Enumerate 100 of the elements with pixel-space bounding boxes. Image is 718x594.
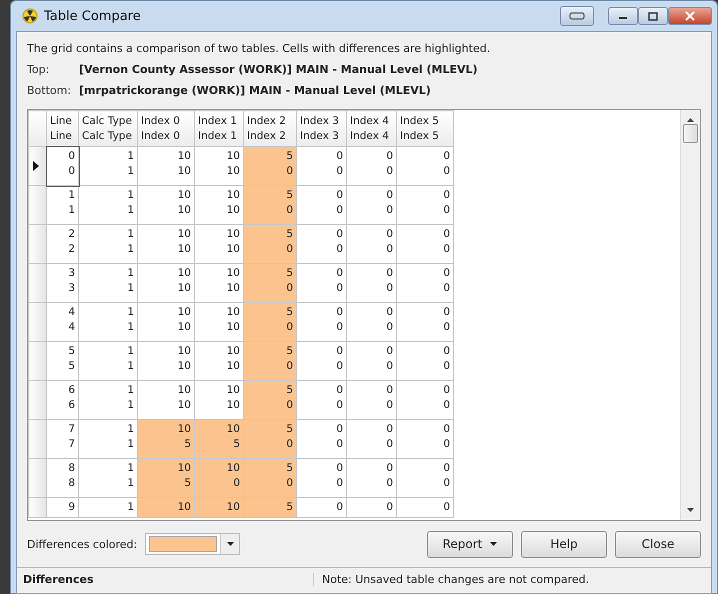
top-value: 1 bbox=[126, 305, 134, 320]
bottom-value: 0 bbox=[285, 242, 293, 257]
bottom-value: 0 bbox=[442, 320, 450, 335]
scroll-down-icon bbox=[687, 508, 694, 512]
top-value: 0 bbox=[335, 461, 343, 476]
bottom-value: 0 bbox=[335, 281, 343, 296]
report-menu-button[interactable]: Report bbox=[427, 530, 513, 558]
top-value: 0 bbox=[385, 461, 393, 476]
top-value: 1 bbox=[126, 227, 134, 242]
bottom-value: 0 bbox=[285, 398, 293, 413]
bottom-value: 0 bbox=[335, 437, 343, 452]
scroll-thumb[interactable] bbox=[683, 124, 698, 143]
top-value: 0 bbox=[442, 149, 450, 164]
top-value: 0 bbox=[385, 266, 393, 281]
bottom-value: 0 bbox=[385, 203, 393, 218]
top-value: 0 bbox=[335, 383, 343, 398]
color-picker[interactable] bbox=[145, 533, 240, 555]
bottom-value: 1 bbox=[126, 203, 134, 218]
bottom-value: 0 bbox=[442, 242, 450, 257]
row-header[interactable] bbox=[28, 146, 46, 186]
bottom-value: 0 bbox=[442, 359, 450, 374]
top-value: 1 bbox=[126, 188, 134, 203]
maximize-button[interactable] bbox=[638, 7, 668, 25]
top-value: 5 bbox=[285, 227, 293, 242]
column-header[interactable]: Calc Type Calc Type bbox=[78, 110, 138, 146]
top-value: 5 bbox=[285, 305, 293, 320]
source-table-name: [Vernon County Assessor (WORK)] MAIN - Manual Level (MLEVL) bbox=[79, 63, 478, 76]
top-value: 0 bbox=[385, 344, 393, 359]
top-value: 6 bbox=[67, 383, 75, 398]
top-value: 0 bbox=[335, 500, 343, 515]
top-value: 10 bbox=[226, 188, 240, 203]
close-button[interactable]: Close bbox=[615, 530, 701, 558]
bottom-value: 6 bbox=[67, 398, 75, 413]
restore-window-button[interactable] bbox=[560, 6, 594, 26]
top-value: 0 bbox=[335, 422, 343, 437]
bottom-value: 10 bbox=[176, 203, 191, 218]
top-value: 4 bbox=[67, 305, 75, 320]
status-title: Differences bbox=[22, 572, 95, 586]
bottom-value: 10 bbox=[176, 320, 191, 335]
top-value: 0 bbox=[385, 422, 393, 437]
bottom-value: 10 bbox=[176, 398, 191, 413]
maximize-icon bbox=[648, 12, 658, 20]
bottom-value: 1 bbox=[126, 320, 134, 335]
top-value: 5 bbox=[285, 266, 293, 281]
column-header[interactable]: Index 4 Index 4 bbox=[346, 110, 396, 146]
top-value: 0 bbox=[442, 422, 450, 437]
bottom-value: 1 bbox=[126, 398, 134, 413]
column-header[interactable]: Index 5 Index 5 bbox=[396, 110, 454, 146]
top-value: 3 bbox=[67, 266, 75, 281]
bottom-value: 1 bbox=[126, 437, 134, 452]
bottom-value: 0 bbox=[335, 476, 343, 491]
column-header[interactable]: Index 0 Index 0 bbox=[138, 110, 194, 146]
close-window-button[interactable] bbox=[668, 7, 712, 25]
bottom-value: 1 bbox=[126, 281, 134, 296]
top-value: 10 bbox=[176, 383, 191, 398]
current-row-icon bbox=[33, 161, 39, 171]
bottom-value: 0 bbox=[285, 437, 293, 452]
bottom-value: 4 bbox=[67, 320, 75, 335]
source-label: Top: bbox=[27, 63, 50, 76]
top-value: 0 bbox=[385, 383, 393, 398]
bottom-value: 10 bbox=[176, 164, 191, 179]
top-value: 10 bbox=[226, 305, 240, 320]
bottom-value: 0 bbox=[385, 320, 393, 335]
vertical-scrollbar[interactable] bbox=[680, 110, 700, 520]
column-header[interactable]: Index 2 Index 2 bbox=[244, 110, 296, 146]
window-title: Table Compare bbox=[44, 8, 141, 24]
help-button[interactable]: Help bbox=[521, 530, 607, 558]
column-header[interactable]: Index 3 Index 3 bbox=[296, 110, 346, 146]
bottom-value: 0 bbox=[285, 476, 293, 491]
bottom-value: 3 bbox=[67, 281, 75, 296]
bottom-value: 0 bbox=[285, 164, 293, 179]
top-value: 9 bbox=[67, 500, 75, 515]
top-value: 0 bbox=[385, 227, 393, 242]
top-value: 0 bbox=[442, 500, 450, 515]
column-header[interactable]: Line Line bbox=[46, 110, 78, 146]
top-value: 8 bbox=[67, 461, 75, 476]
bottom-value: 0 bbox=[285, 203, 293, 218]
bottom-value: 0 bbox=[385, 164, 393, 179]
top-value: 0 bbox=[67, 149, 75, 164]
top-value: 0 bbox=[335, 188, 343, 203]
top-value: 1 bbox=[126, 422, 134, 437]
bottom-value: 0 bbox=[385, 398, 393, 413]
top-value: 0 bbox=[442, 383, 450, 398]
app-icon bbox=[22, 8, 38, 24]
caret-icon bbox=[490, 542, 498, 546]
bottom-value: 10 bbox=[226, 398, 240, 413]
bottom-value: 0 bbox=[442, 476, 450, 491]
bottom-value: 0 bbox=[335, 359, 343, 374]
top-value: 5 bbox=[285, 188, 293, 203]
close-icon bbox=[685, 11, 695, 21]
bottom-value: 10 bbox=[226, 242, 240, 257]
bottom-value: 0 bbox=[385, 242, 393, 257]
top-value: 10 bbox=[226, 500, 240, 515]
minimize-button[interactable] bbox=[608, 7, 638, 25]
column-header[interactable]: Index 1 Index 1 bbox=[194, 110, 244, 146]
bottom-value: 5 bbox=[183, 437, 191, 452]
top-value: 0 bbox=[335, 227, 343, 242]
top-value: 5 bbox=[285, 422, 293, 437]
top-value: 10 bbox=[176, 500, 191, 515]
scroll-up-icon bbox=[687, 118, 694, 122]
